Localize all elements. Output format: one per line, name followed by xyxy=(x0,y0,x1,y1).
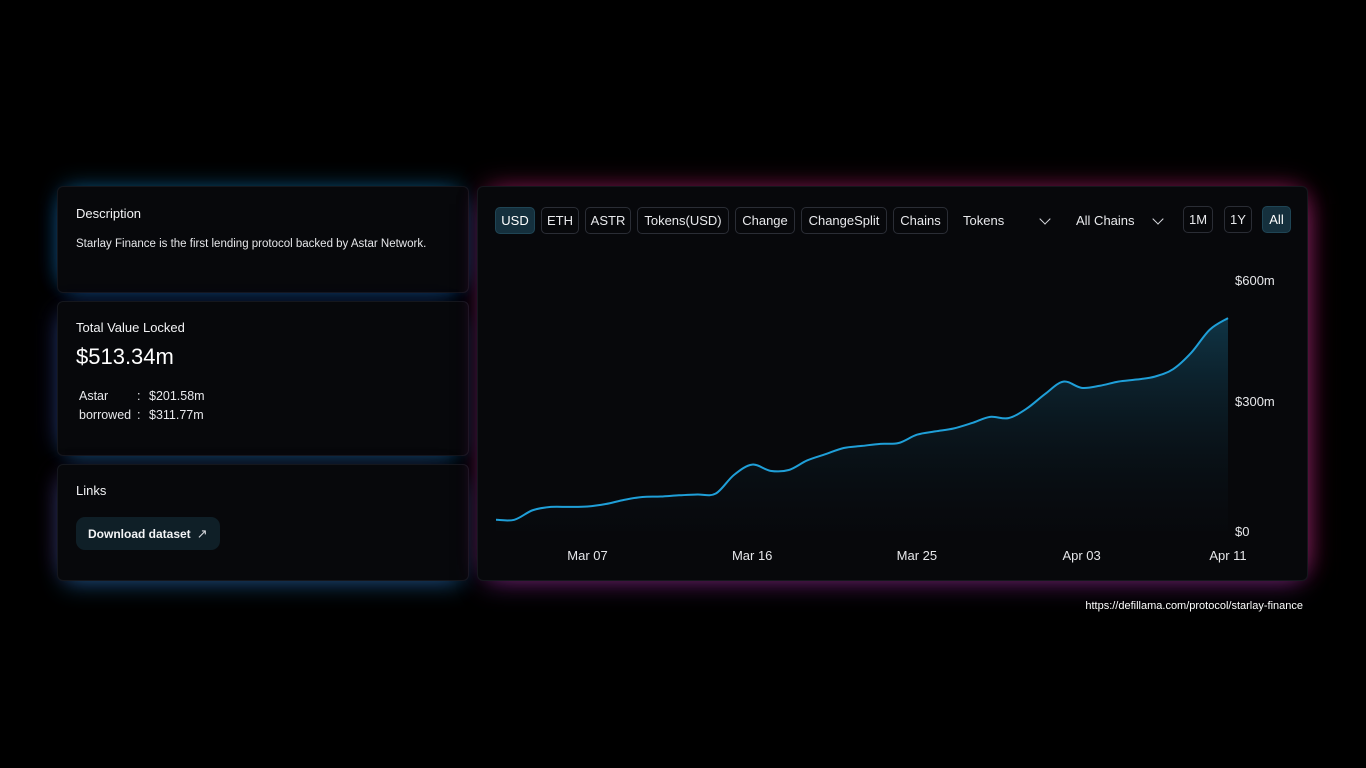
links-title: Links xyxy=(76,483,107,498)
description-card: Description Starlay Finance is the first… xyxy=(57,186,469,293)
tvl-value: $513.34m xyxy=(76,344,174,369)
tvl-area-chart: Mar 07 Mar 16 Mar 25 Apr 03 Apr 11 $0 $300m $6… xyxy=(495,273,1275,563)
y-tick-label: $0 xyxy=(1235,524,1249,539)
x-tick-label: Mar 07 xyxy=(567,548,607,563)
download-dataset-button[interactable]: Download dataset ↗ xyxy=(76,517,220,550)
arrow-up-right-icon: ↗ xyxy=(196,525,208,541)
tvl-row-sep: : xyxy=(137,389,141,403)
x-tick-label: Mar 16 xyxy=(732,548,772,563)
tvl-row-value: $311.77m xyxy=(149,408,204,422)
chart-area-fill xyxy=(496,318,1228,531)
tvl-card: Total Value Locked $513.34m Astar: $201.5… xyxy=(57,301,469,456)
tvl-row-sep: : xyxy=(137,408,141,422)
y-tick-label: $300m xyxy=(1235,394,1275,409)
x-tick-label: Apr 11 xyxy=(1209,548,1246,563)
download-dataset-label: Download dataset xyxy=(88,526,191,541)
tvl-row-label: borrowed xyxy=(79,408,132,422)
tvl-row-borrowed: borrowed: $311.77m xyxy=(79,408,204,422)
description-text: Starlay Finance is the first lending pro… xyxy=(76,238,427,250)
links-card: Links Download dataset ↗ xyxy=(57,464,469,581)
tvl-row-value: $201.58m xyxy=(149,389,205,403)
chart-card: USD ETH ASTR Tokens(USD) Change ChangeSp… xyxy=(477,186,1308,581)
x-tick-label: Apr 03 xyxy=(1062,548,1100,563)
tvl-row-astar: Astar: $201.58m xyxy=(79,389,205,403)
x-tick-label: Mar 25 xyxy=(897,548,937,563)
y-tick-label: $600m xyxy=(1235,273,1275,288)
tvl-row-label: Astar xyxy=(79,389,109,403)
tvl-title: Total Value Locked xyxy=(76,320,185,335)
source-url: https://defillama.com/protocol/starlay-f… xyxy=(1085,600,1303,612)
description-title: Description xyxy=(76,206,142,221)
